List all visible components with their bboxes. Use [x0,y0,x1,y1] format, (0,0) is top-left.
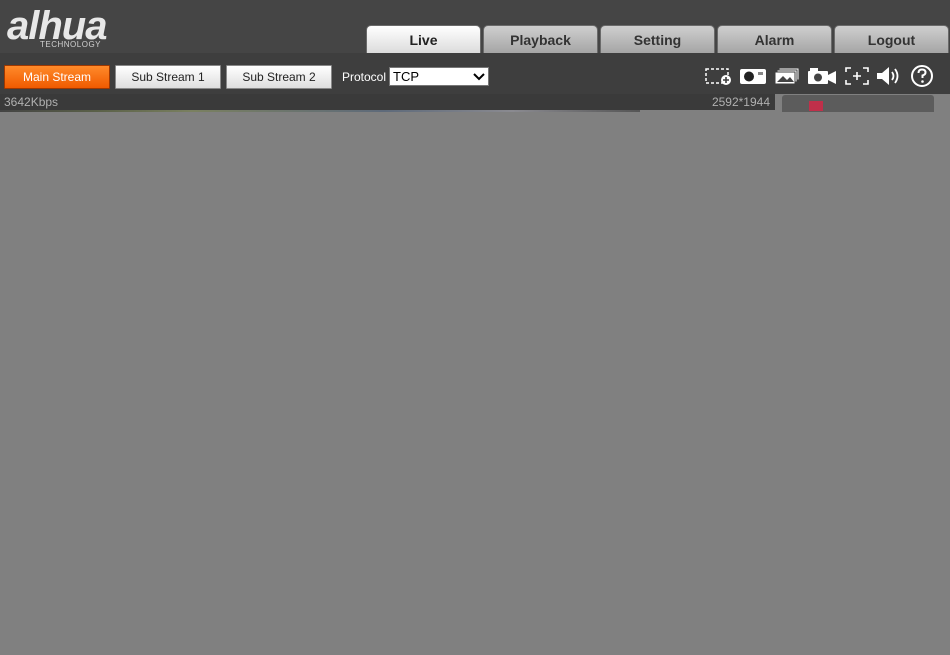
snapshot-icon[interactable] [738,63,768,89]
live-video-area[interactable] [0,112,950,655]
sub-stream-1-button[interactable]: Sub Stream 1 [115,65,221,89]
zoom-region-icon[interactable] [704,63,734,89]
protocol-select[interactable]: TCP [389,67,489,86]
protocol-select-value: TCP [393,69,419,84]
logo-subtext: TECHNOLOGY [40,40,102,49]
bitrate-readout: 3642Kbps [4,95,59,109]
stream-info-bar: 3642Kbps 2592*1944 [0,94,775,110]
sub-stream-2-button[interactable]: Sub Stream 2 [226,65,332,89]
fullscreen-icon[interactable] [842,63,872,89]
resolution-readout: 2592*1944 [711,95,770,109]
record-icon[interactable] [807,63,837,89]
triple-snapshot-icon[interactable] [773,63,803,89]
tab-alarm[interactable]: Alarm [717,25,832,53]
chevron-down-icon [472,69,486,84]
tab-playback[interactable]: Playback [483,25,598,53]
panel-icon [809,101,823,111]
tab-setting[interactable]: Setting [600,25,715,53]
side-control-panel [782,95,934,112]
main-stream-button[interactable]: Main Stream [4,65,110,89]
protocol-label: Protocol [342,70,387,84]
top-header: alhua TECHNOLOGY Live Playback Setting A… [0,0,950,53]
tab-logout[interactable]: Logout [834,25,949,53]
audio-icon[interactable] [874,63,904,89]
help-icon[interactable] [907,63,937,89]
tab-live[interactable]: Live [366,25,481,53]
dahua-logo: alhua TECHNOLOGY [4,4,144,52]
live-toolbar: Main Stream Sub Stream 1 Sub Stream 2 Pr… [0,53,950,94]
